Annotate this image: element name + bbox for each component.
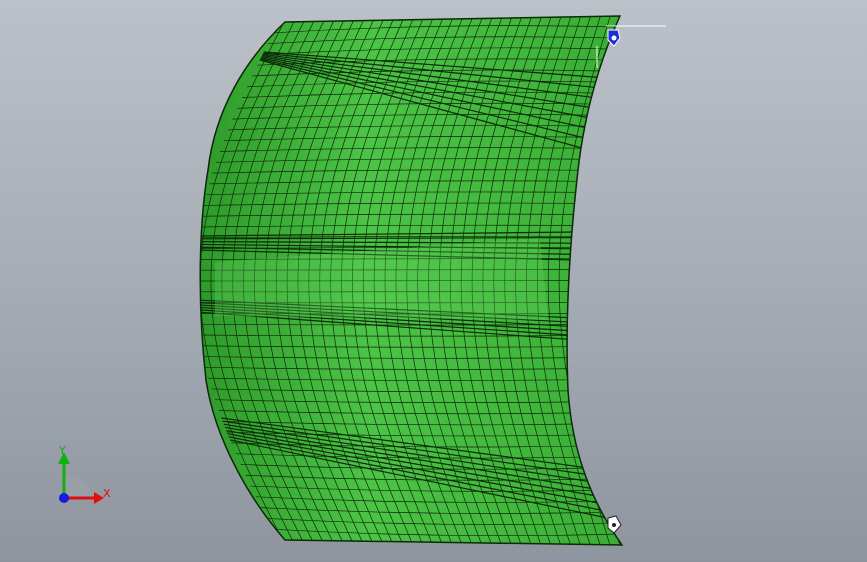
triad-plane-shade bbox=[64, 477, 92, 498]
view-triad: Y X bbox=[58, 444, 111, 504]
hood-mesh[interactable] bbox=[195, 15, 625, 547]
graphics-viewport[interactable]: Y X bbox=[0, 0, 867, 562]
z-axis-dot bbox=[59, 493, 69, 503]
x-axis-label: X bbox=[103, 487, 111, 500]
model-scene[interactable]: Y X bbox=[0, 0, 867, 562]
marker-center bbox=[611, 35, 617, 41]
marker-center bbox=[612, 523, 616, 527]
y-axis-label: Y bbox=[58, 444, 66, 457]
